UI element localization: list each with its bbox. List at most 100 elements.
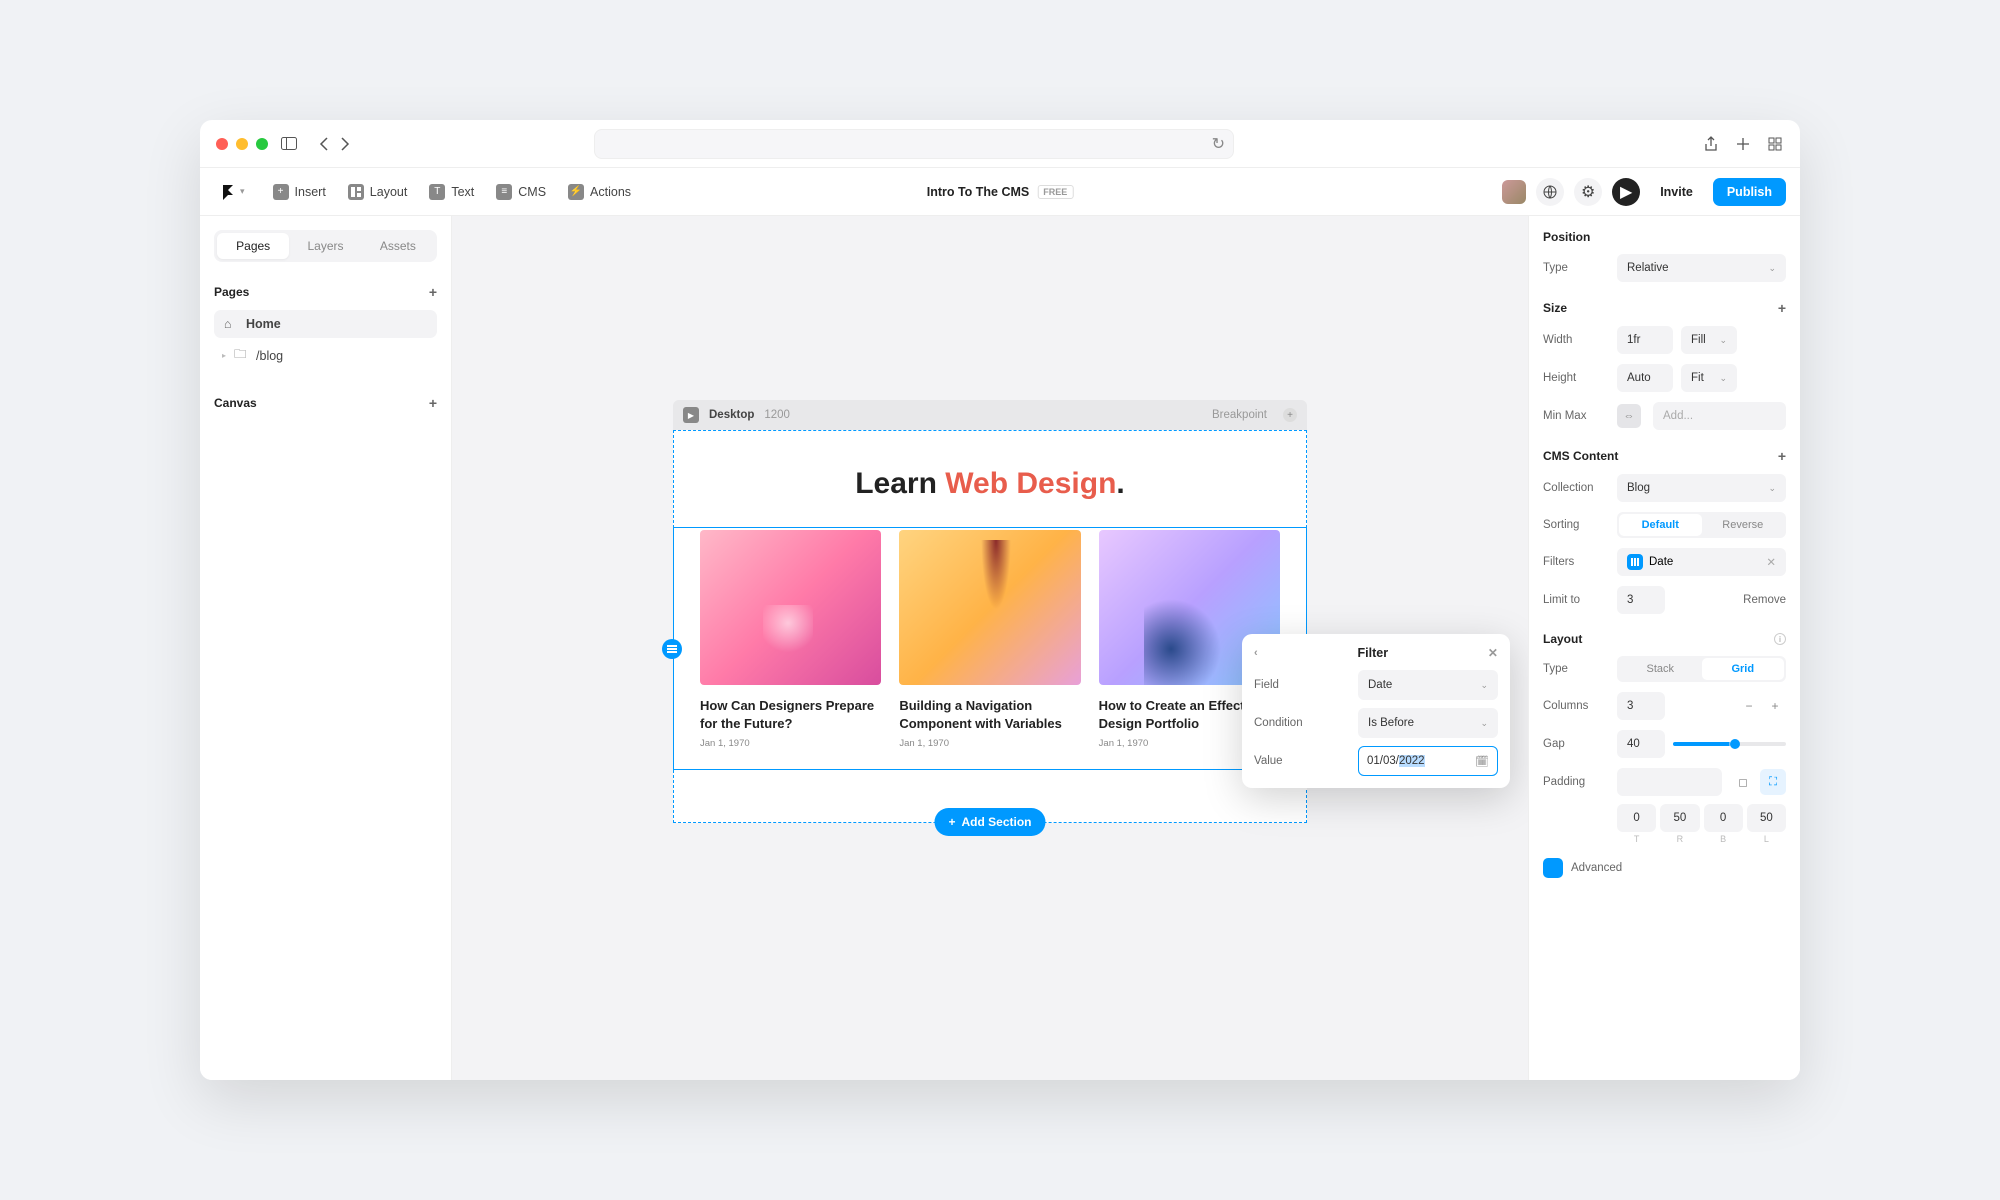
width-mode-select[interactable]: Fill⌄ xyxy=(1681,326,1737,354)
add-canvas-button[interactable]: + xyxy=(429,395,437,411)
remove-filter-icon[interactable]: ✕ xyxy=(1766,555,1776,569)
minmax-input[interactable]: Add... xyxy=(1653,402,1786,430)
browser-chrome: ↻ xyxy=(200,120,1800,168)
globe-button[interactable] xyxy=(1536,178,1564,206)
chevron-down-icon: ▾ xyxy=(240,186,245,197)
padding-label: Padding xyxy=(1543,776,1609,788)
framer-logo-icon xyxy=(220,184,236,200)
hero-heading: Learn Web Design. xyxy=(674,431,1306,527)
actions-button[interactable]: ⚡Actions xyxy=(560,179,639,205)
field-select[interactable]: Date ⌄ xyxy=(1358,670,1498,700)
cms-button[interactable]: ≡ CMS xyxy=(488,179,554,205)
size-add-button[interactable]: + xyxy=(1778,300,1786,316)
popover-close-icon[interactable]: ✕ xyxy=(1488,646,1498,660)
app-logo-menu[interactable]: ▾ xyxy=(214,180,251,204)
insert-button[interactable]: +Insert xyxy=(265,179,334,205)
page-preview[interactable]: Learn Web Design. How Can Designers Prep… xyxy=(673,430,1307,823)
layout-stack[interactable]: Stack xyxy=(1619,658,1702,680)
viewport-width: 1200 xyxy=(764,409,790,421)
nav-back-icon[interactable] xyxy=(314,135,332,153)
new-tab-icon[interactable] xyxy=(1734,135,1752,153)
advanced-label[interactable]: Advanced xyxy=(1571,862,1622,874)
tab-pages[interactable]: Pages xyxy=(217,233,289,259)
gap-input[interactable]: 40 xyxy=(1617,730,1665,758)
condition-select[interactable]: Is Before ⌄ xyxy=(1358,708,1498,738)
cms-label: CMS xyxy=(518,185,546,199)
sidebar-toggle-icon[interactable] xyxy=(280,135,298,153)
add-section-button[interactable]: + Add Section xyxy=(934,808,1045,836)
height-input[interactable]: Auto xyxy=(1617,364,1673,392)
selection-handle[interactable] xyxy=(662,639,682,659)
height-mode-select[interactable]: Fit⌄ xyxy=(1681,364,1737,392)
padding-right-input[interactable]: 50 xyxy=(1660,804,1699,832)
tab-layers[interactable]: Layers xyxy=(289,233,361,259)
collection-select[interactable]: Blog⌄ xyxy=(1617,474,1786,502)
padding-bottom-input[interactable]: 0 xyxy=(1704,804,1743,832)
filter-chip-icon xyxy=(1627,554,1643,570)
viewport-bar: ▶ Desktop 1200 Breakpoint + xyxy=(673,400,1307,430)
add-section-label: Add Section xyxy=(962,815,1032,829)
right-panel: Position Type Relative⌄ Size+ Width 1fr … xyxy=(1528,216,1800,1080)
share-icon[interactable] xyxy=(1702,135,1720,153)
size-title: Size xyxy=(1543,301,1567,315)
layout-button[interactable]: Layout xyxy=(340,179,416,205)
page-item-blog[interactable]: ▸ 🗀 /blog xyxy=(214,338,437,373)
gap-slider[interactable] xyxy=(1673,742,1786,746)
plus-icon: + xyxy=(948,815,955,829)
viewport-play-icon[interactable]: ▶ xyxy=(683,407,699,423)
cms-icon: ≡ xyxy=(496,184,512,200)
width-input[interactable]: 1fr xyxy=(1617,326,1673,354)
padding-mode-uniform[interactable]: ◻ xyxy=(1730,769,1756,795)
user-avatar[interactable] xyxy=(1502,180,1526,204)
condition-label: Condition xyxy=(1254,717,1303,729)
layout-grid[interactable]: Grid xyxy=(1702,658,1785,680)
columns-input[interactable]: 3 xyxy=(1617,692,1665,720)
position-type-select[interactable]: Relative⌄ xyxy=(1617,254,1786,282)
settings-button[interactable]: ⚙ xyxy=(1574,178,1602,206)
card-item[interactable]: Building a Navigation Component with Var… xyxy=(899,530,1080,749)
tab-grid-icon[interactable] xyxy=(1766,135,1784,153)
popover-back-icon[interactable]: ‹ xyxy=(1254,647,1258,659)
minmax-icon[interactable]: ⇔ xyxy=(1617,404,1641,428)
text-button[interactable]: TText xyxy=(421,179,482,205)
publish-button[interactable]: Publish xyxy=(1713,178,1786,206)
layout-type-label: Type xyxy=(1543,663,1609,675)
padding-mode-sides[interactable]: ⛶ xyxy=(1760,769,1786,795)
layout-icon xyxy=(348,184,364,200)
columns-label: Columns xyxy=(1543,700,1609,712)
page-item-home[interactable]: ⌂ Home xyxy=(214,310,437,338)
invite-button[interactable]: Invite xyxy=(1650,179,1703,205)
card-title: Building a Navigation Component with Var… xyxy=(899,697,1080,732)
url-bar[interactable]: ↻ xyxy=(594,129,1234,159)
columns-decrement[interactable]: − xyxy=(1738,695,1760,717)
sort-reverse[interactable]: Reverse xyxy=(1702,514,1785,536)
chevron-right-icon: ▸ xyxy=(222,351,226,360)
sort-default[interactable]: Default xyxy=(1619,514,1702,536)
insert-label: Insert xyxy=(295,185,326,199)
value-date-input[interactable]: 01/03/2022 🗓 xyxy=(1358,746,1498,776)
preview-button[interactable]: ▶ xyxy=(1612,178,1640,206)
card-item[interactable]: How Can Designers Prepare for the Future… xyxy=(700,530,881,749)
calendar-icon[interactable]: 🗓 xyxy=(1475,755,1489,768)
cms-add-button[interactable]: + xyxy=(1778,448,1786,464)
padding-left-input[interactable]: 50 xyxy=(1747,804,1786,832)
window-maximize-icon[interactable] xyxy=(256,138,268,150)
add-page-button[interactable]: + xyxy=(429,284,437,300)
columns-increment[interactable]: + xyxy=(1764,695,1786,717)
add-breakpoint-button[interactable]: + xyxy=(1283,408,1297,422)
filter-chip-date[interactable]: Date ✕ xyxy=(1617,548,1786,576)
limit-remove-button[interactable]: Remove xyxy=(1743,594,1786,606)
cards-collection[interactable]: How Can Designers Prepare for the Future… xyxy=(673,527,1307,770)
window-minimize-icon[interactable] xyxy=(236,138,248,150)
padding-top-input[interactable]: 0 xyxy=(1617,804,1656,832)
tab-assets[interactable]: Assets xyxy=(362,233,434,259)
card-date: Jan 1, 1970 xyxy=(700,738,881,749)
collection-label: Collection xyxy=(1543,482,1609,494)
refresh-icon[interactable]: ↻ xyxy=(1212,134,1225,154)
limit-input[interactable]: 3 xyxy=(1617,586,1665,614)
info-icon[interactable]: i xyxy=(1774,633,1786,645)
window-close-icon[interactable] xyxy=(216,138,228,150)
minmax-label: Min Max xyxy=(1543,410,1609,422)
canvas-area[interactable]: ▶ Desktop 1200 Breakpoint + Learn Web De… xyxy=(452,216,1528,1080)
nav-forward-icon[interactable] xyxy=(336,135,354,153)
